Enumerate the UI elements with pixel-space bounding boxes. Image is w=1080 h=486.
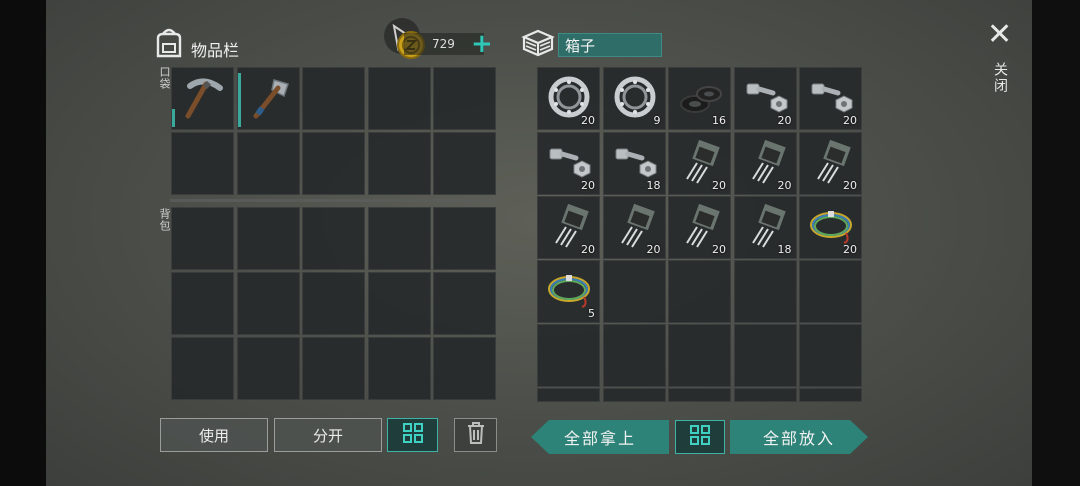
inventory-title: 物品栏: [191, 41, 240, 60]
container-slot[interactable]: 20: [668, 132, 731, 195]
backpack-slot[interactable]: [236, 272, 300, 335]
container-slot[interactable]: [537, 324, 600, 387]
container-slot[interactable]: [799, 260, 862, 323]
container-slot[interactable]: 9: [602, 67, 666, 130]
container-slot[interactable]: [602, 260, 666, 323]
add-coins-button[interactable]: +: [471, 31, 493, 57]
item-quantity: 16: [712, 114, 726, 127]
left-letterbox: [0, 0, 46, 486]
backpack-slot[interactable]: [367, 337, 431, 400]
item-quantity: 9: [653, 114, 661, 127]
pocket-slot[interactable]: [302, 132, 365, 195]
container-slot[interactable]: 20: [537, 132, 600, 195]
item-quantity: 20: [581, 243, 595, 256]
split-button[interactable]: 分开: [274, 418, 382, 452]
pocket-label: 口袋: [158, 66, 171, 90]
container-slot[interactable]: [602, 388, 666, 402]
pocket-slot[interactable]: [236, 67, 300, 130]
container-slot[interactable]: [668, 324, 731, 387]
item-quantity: 5: [588, 307, 595, 320]
item-quantity: 20: [581, 179, 595, 192]
item-quantity: 20: [777, 179, 792, 192]
backpack-slot[interactable]: [367, 207, 431, 270]
pocket-backpack-divider: [170, 199, 497, 202]
trash-icon: [466, 421, 486, 449]
take-all-button[interactable]: 全部拿上: [531, 420, 669, 454]
container-slot[interactable]: 16: [668, 67, 731, 130]
container-slot[interactable]: [733, 324, 797, 387]
item-quantity: 20: [777, 114, 792, 127]
backpack-slot[interactable]: [433, 272, 496, 335]
container-slot[interactable]: 20: [733, 132, 797, 195]
pocket-slot[interactable]: [171, 67, 234, 130]
backpack-slot[interactable]: [171, 207, 234, 270]
backpack-slot[interactable]: [171, 272, 234, 335]
pocket-slot[interactable]: [433, 132, 496, 195]
container-slot[interactable]: [733, 388, 797, 402]
item-quantity: 20: [712, 243, 726, 256]
crate-icon: [521, 28, 555, 58]
backpack-icon: [154, 26, 184, 58]
close-icon[interactable]: ✕: [987, 20, 1012, 50]
item-quantity: 18: [777, 243, 792, 256]
container-slot[interactable]: 20: [799, 132, 862, 195]
container-slot[interactable]: [602, 324, 666, 387]
container-slot[interactable]: 20: [799, 67, 862, 130]
container-slot[interactable]: 20: [537, 196, 600, 259]
pocket-slot[interactable]: [171, 132, 234, 195]
backpack-slot[interactable]: [236, 207, 300, 270]
pocket-slot[interactable]: [367, 132, 431, 195]
sort-inventory-button[interactable]: [387, 418, 438, 452]
durability-bar: [172, 109, 175, 127]
backpack-slot[interactable]: [433, 337, 496, 400]
pocket-slot[interactable]: [367, 67, 431, 130]
backpack-slot[interactable]: [302, 337, 365, 400]
sort-container-button[interactable]: [675, 420, 725, 454]
container-slot[interactable]: [799, 324, 862, 387]
trash-button[interactable]: [454, 418, 497, 452]
close-label[interactable]: 关闭: [990, 62, 1010, 94]
item-quantity: 20: [843, 114, 857, 127]
container-slot[interactable]: 20: [602, 196, 666, 259]
container-title: 箱子: [558, 33, 662, 57]
container-slot[interactable]: 20: [733, 67, 797, 130]
backpack-slot[interactable]: [302, 207, 365, 270]
container-slot[interactable]: 5: [537, 260, 600, 323]
backpack-slot[interactable]: [171, 337, 234, 400]
backpack-label: 背包: [158, 208, 171, 232]
item-quantity: 20: [646, 243, 661, 256]
container-slot[interactable]: [799, 388, 862, 402]
container-slot[interactable]: 20: [668, 196, 731, 259]
container-slot[interactable]: 20: [537, 67, 600, 130]
container-slot[interactable]: [733, 260, 797, 323]
container-slot[interactable]: 18: [602, 132, 666, 195]
backpack-slot[interactable]: [236, 337, 300, 400]
grid-icon: [402, 423, 423, 447]
container-slot[interactable]: 18: [733, 196, 797, 259]
backpack-slot[interactable]: [367, 272, 431, 335]
coin-amount: 729: [432, 37, 455, 51]
container-slot[interactable]: 20: [799, 196, 862, 259]
pocket-slot[interactable]: [302, 67, 365, 130]
durability-bar: [237, 73, 241, 127]
backpack-slot[interactable]: [433, 207, 496, 270]
item-quantity: 20: [581, 114, 595, 127]
right-letterbox: [1032, 0, 1080, 486]
container-slot[interactable]: [537, 388, 600, 402]
container-slot[interactable]: [668, 388, 731, 402]
container-slot[interactable]: [668, 260, 731, 323]
pocket-slot[interactable]: [236, 132, 300, 195]
item-quantity: 20: [712, 179, 726, 192]
item-quantity: 20: [843, 179, 857, 192]
pocket-slot[interactable]: [433, 67, 496, 130]
grid-icon: [690, 425, 710, 449]
use-button[interactable]: 使用: [160, 418, 268, 452]
put-all-button[interactable]: 全部放入: [730, 420, 868, 454]
item-quantity: 18: [646, 179, 661, 192]
backpack-slot[interactable]: [302, 272, 365, 335]
item-quantity: 20: [843, 243, 857, 256]
